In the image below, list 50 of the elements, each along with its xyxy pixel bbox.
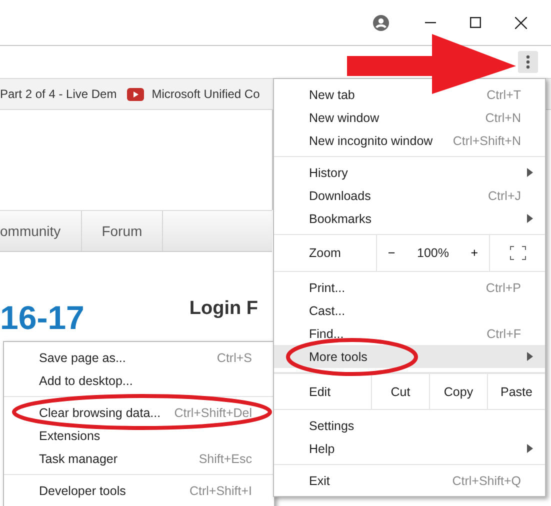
zoom-in-button[interactable]: +: [470, 246, 478, 260]
menu-item[interactable]: Save page as... Ctrl+S: [4, 346, 274, 369]
close-icon[interactable]: [514, 16, 526, 28]
menu-item[interactable]: More tools: [274, 345, 545, 368]
shortcut: Ctrl+Shift+Del: [174, 406, 252, 420]
shortcut: Ctrl+Shift+Q: [452, 474, 521, 488]
fullscreen-icon[interactable]: [510, 246, 526, 260]
nav-tab[interactable]: Forum: [82, 211, 164, 251]
nav-tab[interactable]: ommunity: [0, 211, 82, 251]
menu-item[interactable]: Clear browsing data... Ctrl+Shift+Del: [4, 401, 274, 424]
shortcut: Ctrl+Shift+I: [189, 484, 252, 498]
maximize-icon[interactable]: [470, 17, 481, 28]
menu-item[interactable]: Settings: [274, 414, 545, 437]
shortcut: Ctrl+S: [216, 350, 252, 364]
menu-item[interactable]: New tab Ctrl+T: [274, 83, 545, 106]
shortcut: Ctrl+N: [485, 110, 521, 124]
menu-item[interactable]: Downloads Ctrl+J: [274, 184, 545, 207]
shortcut: Ctrl+T: [486, 88, 521, 102]
menu-item[interactable]: New incognito window Ctrl+Shift+N: [274, 129, 545, 152]
shortcut: Shift+Esc: [198, 452, 252, 466]
more-icon: [526, 55, 530, 69]
menu-item[interactable]: Cast...: [274, 299, 545, 322]
zoom-level: 100%: [417, 246, 449, 260]
shortcut: Ctrl+Shift+N: [452, 134, 521, 148]
bookmark[interactable]: Part 2 of 4 - Live Dem: [0, 87, 117, 101]
menu-item[interactable]: Find... Ctrl+F: [274, 322, 545, 345]
menu-item[interactable]: New window Ctrl+N: [274, 106, 545, 129]
video-play-icon: [126, 88, 144, 100]
menu-item[interactable]: Task manager Shift+Esc: [4, 447, 274, 470]
zoom-label: Zoom: [308, 245, 342, 262]
menu-item[interactable]: Extensions: [4, 424, 274, 447]
shortcut: Ctrl+J: [488, 188, 521, 202]
zoom-out-button[interactable]: −: [388, 246, 396, 260]
menu-item[interactable]: Developer tools Ctrl+Shift+I: [4, 479, 274, 502]
menu-item[interactable]: Bookmarks: [274, 207, 545, 230]
shortcut: Ctrl+F: [486, 326, 521, 340]
menu-item[interactable]: History: [274, 161, 545, 184]
menu-item[interactable]: Add to desktop...: [4, 369, 274, 392]
edit-button[interactable]: Paste: [487, 374, 545, 409]
profile-icon[interactable]: [372, 14, 388, 30]
menu-item[interactable]: Help: [274, 437, 545, 460]
minimize-icon[interactable]: [425, 22, 436, 24]
shortcut: Ctrl+P: [486, 280, 521, 294]
login-title: Login F: [189, 298, 258, 321]
page-heading: 16-17: [0, 299, 84, 337]
edit-label: Edit: [308, 384, 332, 400]
menu-item[interactable]: Exit Ctrl+Shift+Q: [274, 469, 545, 492]
menu-item[interactable]: Print... Ctrl+P: [274, 276, 545, 299]
bookmark[interactable]: Microsoft Unified Co: [126, 87, 260, 101]
menu-button[interactable]: [518, 51, 538, 73]
